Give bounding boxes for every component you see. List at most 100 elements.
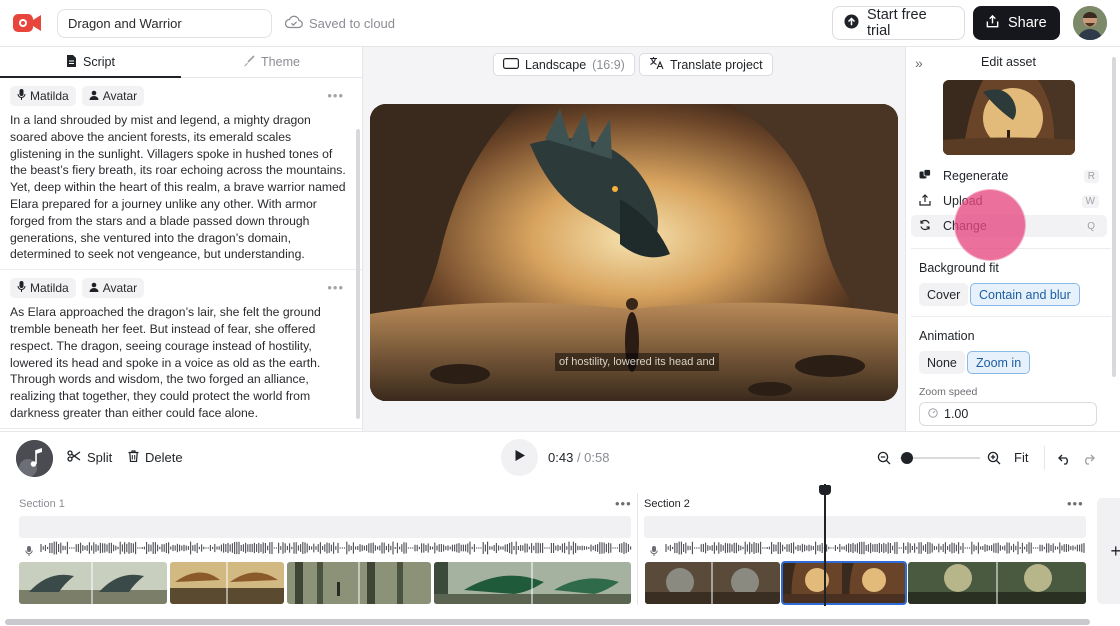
- translate-project-button[interactable]: Translate project: [639, 53, 773, 76]
- zoom-in-icon[interactable]: [987, 451, 1001, 470]
- total-time: / 0:58: [576, 450, 610, 465]
- current-time: 0:43: [548, 450, 574, 465]
- zoom-slider-handle[interactable]: [901, 452, 913, 464]
- fit-button[interactable]: Fit: [1014, 450, 1028, 465]
- zoom-speed-value: 1.00: [944, 407, 969, 421]
- preview-area: Landscape (16:9) Translate project of ho…: [363, 47, 905, 431]
- delete-label: Delete: [145, 450, 183, 465]
- audio-waveform-section-1[interactable]: [40, 541, 632, 555]
- voice-chip[interactable]: Matilda: [10, 278, 76, 299]
- top-bar: Dragon and Warrior Saved to cloud Start …: [0, 0, 1120, 47]
- tab-script-label: Script: [83, 55, 115, 69]
- avatar-chip-label: Avatar: [102, 89, 138, 103]
- user-avatar[interactable]: [1073, 6, 1107, 40]
- section-1-more-icon[interactable]: •••: [615, 496, 632, 511]
- playhead[interactable]: [824, 484, 826, 606]
- video-clip[interactable]: [170, 562, 284, 604]
- timeline: Section 1 ••• Section 2 ••• +: [0, 483, 1120, 626]
- asset-panel-scrollbar[interactable]: [1112, 57, 1116, 377]
- regenerate-action[interactable]: Regenerate R: [911, 165, 1107, 187]
- tab-theme[interactable]: Theme: [181, 47, 362, 77]
- video-clip[interactable]: [287, 562, 431, 604]
- share-label: Share: [1008, 15, 1047, 31]
- video-preview[interactable]: of hostility, lowered its head and: [370, 104, 898, 401]
- avatar-chip[interactable]: Avatar: [81, 278, 145, 299]
- project-name-input[interactable]: Dragon and Warrior: [57, 9, 272, 38]
- aspect-ratio-label: Landscape: [525, 57, 587, 72]
- toolbar-divider: [1044, 446, 1045, 470]
- animation-label: Animation: [919, 329, 975, 343]
- avatar-chip-label: Avatar: [102, 281, 138, 296]
- play-button[interactable]: [501, 439, 538, 476]
- zoom-out-icon[interactable]: [877, 451, 891, 470]
- script-scrollbar[interactable]: [356, 129, 360, 419]
- animation-zoom-in-option[interactable]: Zoom in: [967, 351, 1031, 374]
- split-button[interactable]: Split: [67, 450, 112, 465]
- microphone-icon: [17, 89, 26, 103]
- script-block[interactable]: Matilda Avatar ••• As Elara approached t…: [0, 270, 362, 429]
- fit-cover-option[interactable]: Cover: [919, 283, 969, 306]
- landscape-icon: [503, 57, 520, 72]
- background-fit-label: Background fit: [919, 261, 999, 275]
- trash-icon: [128, 450, 139, 465]
- more-options-icon[interactable]: •••: [327, 280, 344, 295]
- microphone-icon: [650, 543, 658, 561]
- playback-time: 0:43 / 0:58: [548, 450, 609, 465]
- divider: [911, 316, 1111, 317]
- aspect-ratio-button[interactable]: Landscape (16:9): [493, 53, 635, 76]
- microphone-icon: [17, 281, 26, 295]
- scissors-icon: [67, 450, 81, 465]
- person-icon: [89, 281, 99, 295]
- playhead-handle[interactable]: [819, 485, 831, 495]
- asset-thumbnail[interactable]: [943, 80, 1075, 155]
- section-2-track[interactable]: [644, 516, 1086, 538]
- voice-chip-label: Matilda: [30, 89, 69, 103]
- share-button[interactable]: Share: [973, 6, 1060, 40]
- play-icon: [514, 449, 526, 467]
- regenerate-label: Regenerate: [943, 169, 1009, 183]
- undo-icon[interactable]: [1058, 452, 1071, 470]
- delete-button[interactable]: Delete: [128, 450, 183, 465]
- section-2-more-icon[interactable]: •••: [1067, 496, 1084, 511]
- upload-shortcut: W: [1081, 194, 1099, 208]
- speed-gauge-icon: [928, 407, 938, 421]
- script-block[interactable]: Matilda Avatar ••• In a land shrouded by…: [0, 78, 362, 271]
- script-panel: Script Theme Matilda Avatar ••• In a lan…: [0, 47, 363, 431]
- brush-icon: [243, 54, 255, 70]
- tab-script[interactable]: Script: [0, 47, 181, 78]
- cursor-indicator: [955, 190, 1025, 260]
- section-1-track[interactable]: [19, 516, 631, 538]
- microphone-icon: [25, 543, 33, 561]
- redo-icon[interactable]: [1082, 452, 1095, 470]
- more-options-icon[interactable]: •••: [327, 88, 344, 103]
- arrow-up-circle-icon: [844, 13, 859, 33]
- section-1-label[interactable]: Section 1: [19, 498, 65, 510]
- change-shortcut: Q: [1083, 219, 1099, 233]
- app-logo-icon[interactable]: [12, 10, 42, 36]
- animation-none-option[interactable]: None: [919, 351, 965, 374]
- cloud-status: Saved to cloud: [284, 14, 395, 32]
- start-free-trial-label: Start free trial: [867, 7, 927, 39]
- start-free-trial-button[interactable]: Start free trial: [832, 6, 965, 40]
- script-paragraph[interactable]: As Elara approached the dragon’s lair, s…: [10, 304, 346, 422]
- video-clip-selected[interactable]: [781, 561, 907, 605]
- refresh-icon: [919, 219, 931, 234]
- avatar-chip[interactable]: Avatar: [81, 86, 145, 106]
- video-clip[interactable]: [434, 562, 631, 604]
- voice-chip[interactable]: Matilda: [10, 86, 76, 106]
- add-section-button[interactable]: +: [1097, 498, 1120, 604]
- voice-chip-label: Matilda: [30, 281, 69, 296]
- share-upload-icon: [985, 14, 1000, 33]
- video-clip[interactable]: [19, 562, 167, 604]
- aspect-ratio-value: (16:9): [592, 57, 625, 72]
- timeline-scrollbar[interactable]: [5, 619, 1090, 625]
- zoom-speed-input[interactable]: 1.00: [919, 402, 1097, 426]
- music-track-thumbnail[interactable]: [16, 440, 53, 477]
- player-toolbar: Split Delete 0:43 / 0:58 Fit: [0, 431, 1120, 483]
- section-2-label[interactable]: Section 2: [644, 498, 690, 510]
- video-clip[interactable]: [645, 562, 780, 604]
- fit-contain-blur-option[interactable]: Contain and blur: [970, 283, 1080, 306]
- script-paragraph[interactable]: In a land shrouded by mist and legend, a…: [10, 112, 346, 263]
- audio-waveform-section-2[interactable]: [665, 541, 1085, 555]
- video-clip[interactable]: [908, 562, 1086, 604]
